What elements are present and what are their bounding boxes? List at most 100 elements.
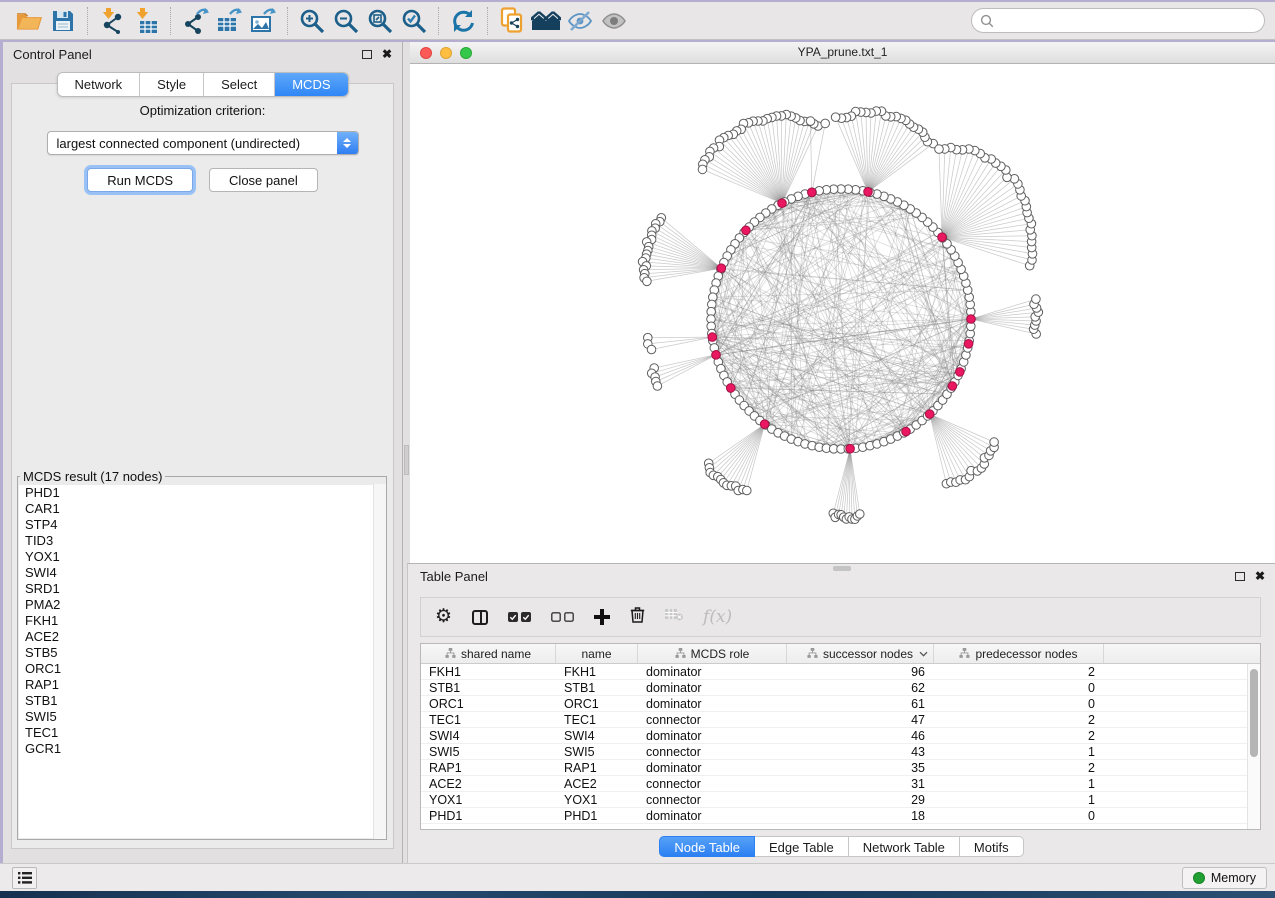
float-table-panel-icon[interactable] xyxy=(1235,572,1245,581)
cell-predecessor-nodes[interactable]: 0 xyxy=(934,697,1104,711)
tab-style[interactable]: Style xyxy=(140,73,204,96)
cell-MCDS-role[interactable]: dominator xyxy=(638,681,787,695)
cell-successor-nodes[interactable]: 47 xyxy=(787,713,934,727)
close-table-panel-icon[interactable]: ✖ xyxy=(1255,570,1265,582)
mcds-node-item[interactable]: PMA2 xyxy=(19,597,385,613)
tab-network-table[interactable]: Network Table xyxy=(849,836,960,857)
cell-shared-name[interactable]: STB1 xyxy=(421,681,556,695)
run-mcds-button[interactable]: Run MCDS xyxy=(87,168,193,192)
mcds-node-item[interactable]: ORC1 xyxy=(19,661,385,677)
criterion-select[interactable]: largest connected component (undirected) xyxy=(47,131,359,155)
mcds-node-item[interactable]: STB1 xyxy=(19,693,385,709)
table-row[interactable]: YOX1YOX1connector291 xyxy=(421,792,1260,808)
deselect-all-icon[interactable] xyxy=(551,612,574,622)
cell-predecessor-nodes[interactable]: 2 xyxy=(934,713,1104,727)
memory-button[interactable]: Memory xyxy=(1182,867,1267,889)
mcds-node-item[interactable]: SWI5 xyxy=(19,709,385,725)
tab-motifs[interactable]: Motifs xyxy=(960,836,1024,857)
cell-MCDS-role[interactable]: dominator xyxy=(638,761,787,775)
zoom-out-icon[interactable] xyxy=(329,6,363,36)
close-window-icon[interactable] xyxy=(420,47,432,59)
cell-predecessor-nodes[interactable]: 1 xyxy=(934,745,1104,759)
mcds-node-item[interactable]: CAR1 xyxy=(19,501,385,517)
cell-name[interactable]: YOX1 xyxy=(556,793,638,807)
table-row[interactable]: ACE2ACE2connector311 xyxy=(421,776,1260,792)
cell-predecessor-nodes[interactable]: 1 xyxy=(934,793,1104,807)
tab-select[interactable]: Select xyxy=(204,73,275,96)
mcds-node-item[interactable]: TEC1 xyxy=(19,725,385,741)
column-header-predecessor-nodes[interactable]: predecessor nodes xyxy=(934,644,1104,663)
cell-successor-nodes[interactable]: 43 xyxy=(787,745,934,759)
cell-name[interactable]: STB1 xyxy=(556,681,638,695)
copy-style-icon[interactable] xyxy=(495,6,529,36)
network-window-titlebar[interactable]: YPA_prune.txt_1 xyxy=(410,42,1275,64)
table-scrollbar[interactable] xyxy=(1247,664,1260,829)
show-columns-icon[interactable] xyxy=(472,610,488,625)
zoom-fit-icon[interactable] xyxy=(363,6,397,36)
open-file-icon[interactable] xyxy=(12,6,46,36)
network-graph[interactable] xyxy=(410,64,1275,563)
cell-MCDS-role[interactable]: dominator xyxy=(638,809,787,823)
cell-predecessor-nodes[interactable]: 2 xyxy=(934,729,1104,743)
zoom-in-icon[interactable] xyxy=(295,6,329,36)
cell-predecessor-nodes[interactable]: 0 xyxy=(934,681,1104,695)
close-panel-button[interactable]: Close panel xyxy=(209,168,318,192)
cell-MCDS-role[interactable]: connector xyxy=(638,713,787,727)
column-header-MCDS-role[interactable]: MCDS role xyxy=(638,644,787,663)
zoom-selected-icon[interactable] xyxy=(397,6,431,36)
cell-successor-nodes[interactable]: 61 xyxy=(787,697,934,711)
save-icon[interactable] xyxy=(46,6,80,36)
column-header-successor-nodes[interactable]: successor nodes xyxy=(787,644,934,663)
column-header-name[interactable]: name xyxy=(556,644,638,663)
mcds-node-item[interactable]: SRD1 xyxy=(19,581,385,597)
table-row[interactable]: TEC1TEC1connector472 xyxy=(421,712,1260,728)
table-row[interactable]: SWI4SWI4dominator462 xyxy=(421,728,1260,744)
cell-MCDS-role[interactable]: connector xyxy=(638,745,787,759)
table-row[interactable]: SWI5SWI5connector431 xyxy=(421,744,1260,760)
export-network-icon[interactable] xyxy=(178,6,212,36)
cell-name[interactable]: RAP1 xyxy=(556,761,638,775)
table-row[interactable]: STB1STB1dominator620 xyxy=(421,680,1260,696)
float-panel-icon[interactable] xyxy=(362,50,372,59)
mcds-node-item[interactable]: SWI4 xyxy=(19,565,385,581)
mcds-list-scrollbar[interactable] xyxy=(373,484,386,839)
close-panel-icon[interactable]: ✖ xyxy=(382,48,392,60)
mcds-node-item[interactable]: ACE2 xyxy=(19,629,385,645)
cell-name[interactable]: ORC1 xyxy=(556,697,638,711)
cell-shared-name[interactable]: SWI5 xyxy=(421,745,556,759)
search-box[interactable] xyxy=(971,8,1265,33)
table-row[interactable]: ORC1ORC1dominator610 xyxy=(421,696,1260,712)
cell-successor-nodes[interactable]: 18 xyxy=(787,809,934,823)
cell-name[interactable]: TEC1 xyxy=(556,713,638,727)
mcds-node-item[interactable]: TID3 xyxy=(19,533,385,549)
import-network-icon[interactable] xyxy=(95,6,129,36)
cell-shared-name[interactable]: YOX1 xyxy=(421,793,556,807)
cell-predecessor-nodes[interactable]: 1 xyxy=(934,777,1104,791)
cell-MCDS-role[interactable]: dominator xyxy=(638,665,787,679)
tab-network[interactable]: Network xyxy=(57,73,140,96)
hide-selected-icon[interactable] xyxy=(563,6,597,36)
cell-name[interactable]: ACE2 xyxy=(556,777,638,791)
table-row[interactable]: PHD1PHD1dominator180 xyxy=(421,808,1260,824)
cell-predecessor-nodes[interactable]: 2 xyxy=(934,761,1104,775)
cell-shared-name[interactable]: FKH1 xyxy=(421,665,556,679)
cell-name[interactable]: PHD1 xyxy=(556,809,638,823)
cell-predecessor-nodes[interactable]: 2 xyxy=(934,665,1104,679)
tab-edge-table[interactable]: Edge Table xyxy=(755,836,849,857)
cell-successor-nodes[interactable]: 62 xyxy=(787,681,934,695)
show-all-icon[interactable] xyxy=(597,6,631,36)
table-row[interactable]: FKH1FKH1dominator962 xyxy=(421,664,1260,680)
column-header-shared-name[interactable]: shared name xyxy=(421,644,556,663)
export-table-icon[interactable] xyxy=(212,6,246,36)
refresh-icon[interactable] xyxy=(446,6,480,36)
cell-predecessor-nodes[interactable]: 0 xyxy=(934,809,1104,823)
cell-MCDS-role[interactable]: dominator xyxy=(638,729,787,743)
mcds-node-item[interactable]: PHD1 xyxy=(19,485,385,501)
cell-shared-name[interactable]: PHD1 xyxy=(421,809,556,823)
mcds-node-item[interactable]: RAP1 xyxy=(19,677,385,693)
cell-name[interactable]: SWI4 xyxy=(556,729,638,743)
cell-successor-nodes[interactable]: 46 xyxy=(787,729,934,743)
first-neighbors-icon[interactable] xyxy=(529,6,563,36)
cell-name[interactable]: SWI5 xyxy=(556,745,638,759)
cell-shared-name[interactable]: RAP1 xyxy=(421,761,556,775)
